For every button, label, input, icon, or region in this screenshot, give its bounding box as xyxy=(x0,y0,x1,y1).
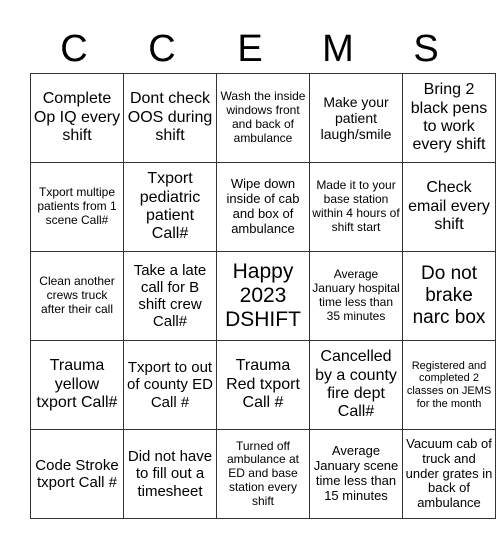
header-letter: C xyxy=(60,28,88,70)
bingo-cell[interactable]: Average January scene time less than 15 … xyxy=(309,429,403,519)
bingo-row: Code Stroke txport Call # Did not have t… xyxy=(30,429,496,519)
bingo-row: Txport multipe patients from 1 scene Cal… xyxy=(30,162,496,252)
bingo-row: Clean another crews truck after their ca… xyxy=(30,251,496,341)
bingo-cell[interactable]: Make your patient laugh/smile xyxy=(309,73,403,163)
bingo-cell[interactable]: Registered and completed 2 classes on JE… xyxy=(402,340,496,430)
free-space-cell[interactable]: Happy 2023 DSHIFT xyxy=(216,251,310,341)
header-letter: E xyxy=(237,28,263,70)
bingo-cell[interactable]: Average January hospital time less than … xyxy=(309,251,403,341)
header-letter: S xyxy=(413,28,439,70)
bingo-cell[interactable]: Txport pediatric patient Call# xyxy=(123,162,217,252)
bingo-cell[interactable]: Wipe down inside of cab and box of ambul… xyxy=(216,162,310,252)
bingo-cell[interactable]: Did not have to fill out a timesheet xyxy=(123,429,217,519)
bingo-row: Complete Op IQ every shift Dont check OO… xyxy=(30,73,496,163)
bingo-cell[interactable]: Dont check OOS during shift xyxy=(123,73,217,163)
bingo-cell[interactable]: Clean another crews truck after their ca… xyxy=(30,251,124,341)
bingo-cell[interactable]: Take a late call for B shift crew Call# xyxy=(123,251,217,341)
bingo-header: C C E M S xyxy=(30,25,470,73)
bingo-row: Trauma yellow txport Call# Txport to out… xyxy=(30,340,496,430)
bingo-cell[interactable]: Complete Op IQ every shift xyxy=(30,73,124,163)
bingo-cell[interactable]: Turned off ambulance at ED and base stat… xyxy=(216,429,310,519)
bingo-cell[interactable]: Code Stroke txport Call # xyxy=(30,429,124,519)
bingo-cell[interactable]: Wash the inside windows front and back o… xyxy=(216,73,310,163)
header-letter: M xyxy=(322,28,354,70)
bingo-cell[interactable]: Vacuum cab of truck and under grates in … xyxy=(402,429,496,519)
bingo-cell[interactable]: Made it to your base station within 4 ho… xyxy=(309,162,403,252)
bingo-cell[interactable]: Trauma yellow txport Call# xyxy=(30,340,124,430)
bingo-cell[interactable]: Bring 2 black pens to work every shift xyxy=(402,73,496,163)
bingo-cell[interactable]: Txport multipe patients from 1 scene Cal… xyxy=(30,162,124,252)
header-letter: C xyxy=(148,28,176,70)
bingo-cell[interactable]: Check email every shift xyxy=(402,162,496,252)
bingo-cell[interactable]: Trauma Red txport Call # xyxy=(216,340,310,430)
bingo-cell[interactable]: Cancelled by a county fire dept Call# xyxy=(309,340,403,430)
bingo-grid: Complete Op IQ every shift Dont check OO… xyxy=(30,73,496,519)
bingo-cell[interactable]: Txport to out of county ED Call # xyxy=(123,340,217,430)
bingo-cell[interactable]: Do not brake narc box xyxy=(402,251,496,341)
